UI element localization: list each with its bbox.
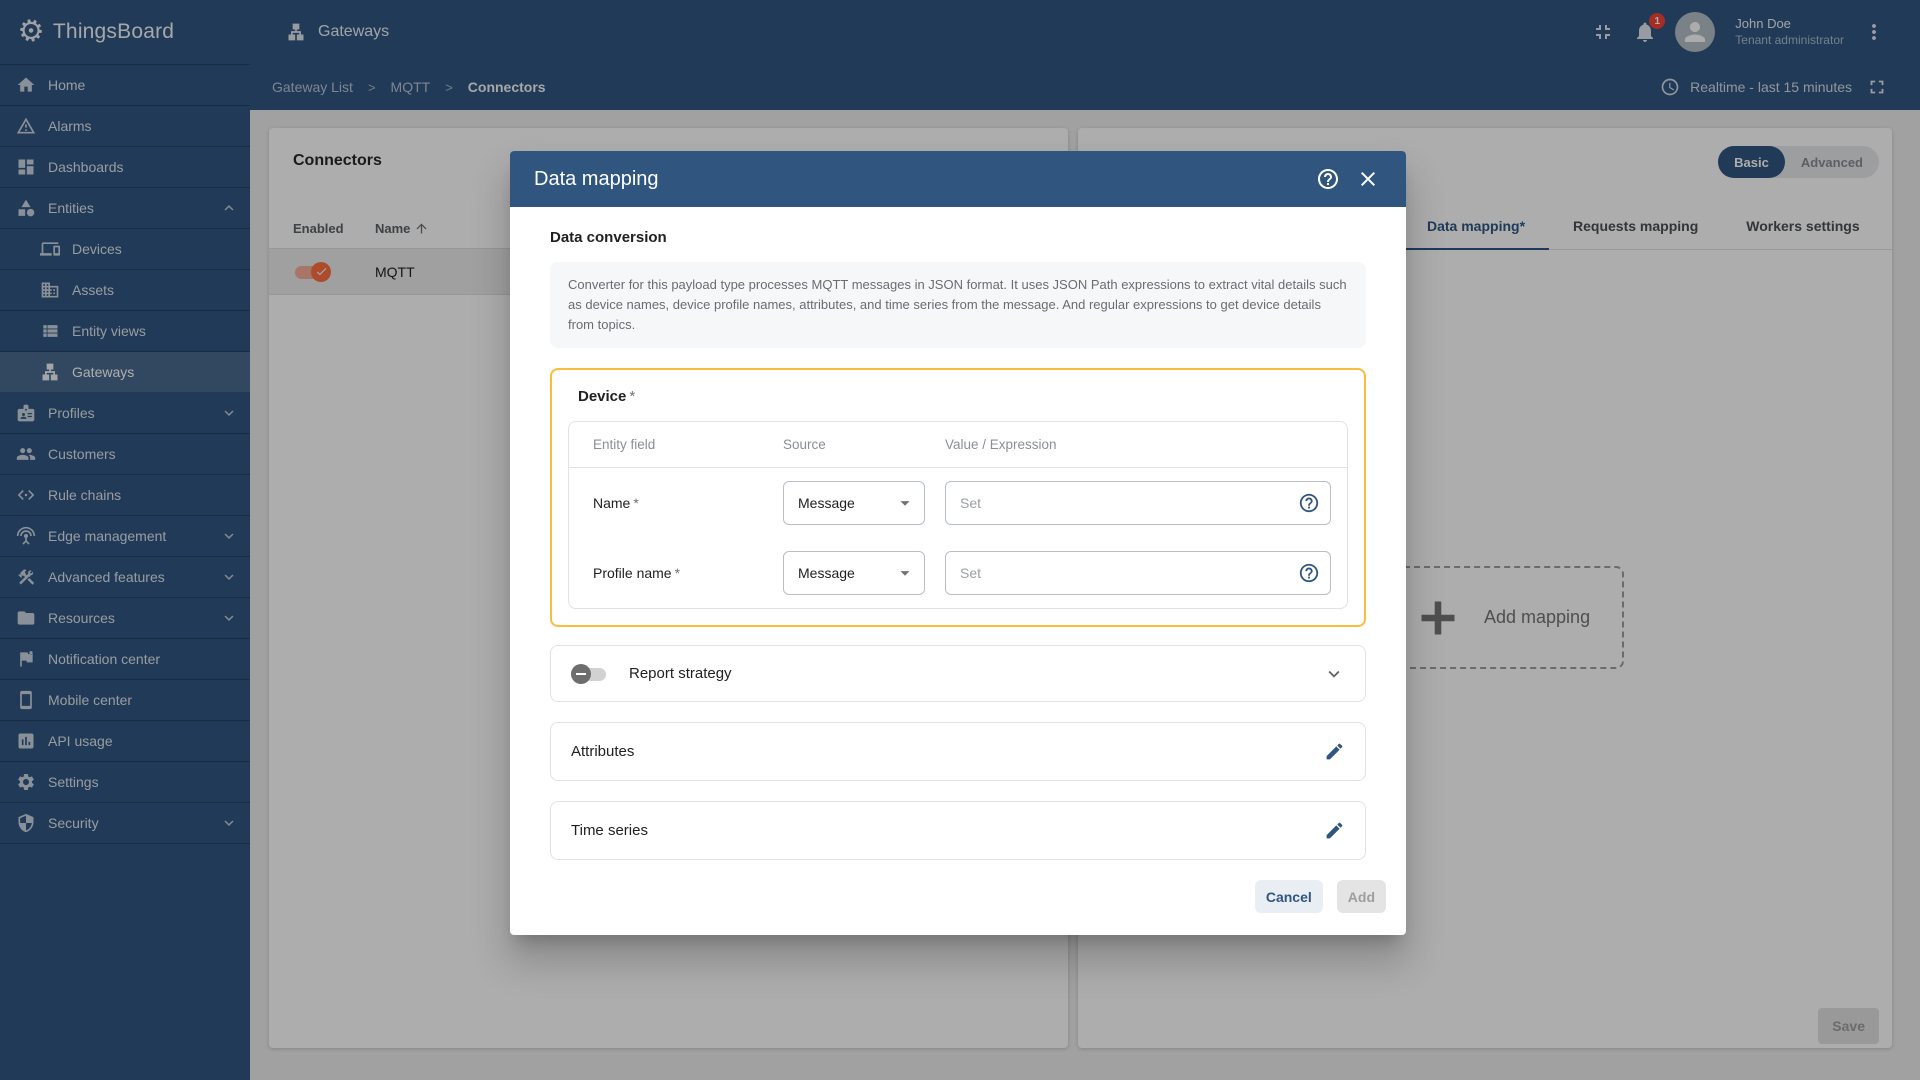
edit-attributes-icon[interactable] [1324, 741, 1345, 762]
source-select-profile[interactable]: Message [783, 551, 925, 596]
chevron-down-icon[interactable] [1323, 663, 1345, 685]
dropdown-arrow-icon [894, 492, 916, 514]
required-marker: * [629, 388, 636, 406]
field-help-icon[interactable] [1298, 492, 1320, 514]
device-heading: Device * [578, 388, 1348, 405]
source-select-name[interactable]: Message [783, 481, 925, 526]
attributes-section: Attributes [550, 722, 1366, 782]
toggle-thumb [571, 663, 591, 684]
data-conversion-description: Converter for this payload type processe… [550, 262, 1366, 349]
field-label: Profile name * [593, 565, 783, 581]
source-select-value: Message [798, 565, 855, 582]
cancel-button[interactable]: Cancel [1254, 880, 1323, 913]
dialog-body: Data conversion Converter for this paylo… [510, 207, 1406, 880]
field-label: Name * [593, 495, 783, 511]
close-button[interactable] [1348, 159, 1388, 199]
time-series-section: Time series [550, 801, 1366, 861]
device-table-header: Entity field Source Value / Expression [569, 422, 1347, 469]
column-source: Source [783, 437, 826, 453]
column-entity-field: Entity field [593, 437, 656, 453]
column-value-expression: Value / Expression [945, 437, 1057, 453]
device-row-profile-name: Profile name * Message [569, 538, 1347, 608]
value-expression-field-name [945, 481, 1331, 526]
dialog-footer: Cancel Add [510, 880, 1406, 935]
dropdown-arrow-icon [894, 562, 916, 584]
dialog-title: Data mapping [534, 167, 659, 190]
device-row-name: Name * Message [569, 468, 1347, 538]
attributes-label: Attributes [571, 743, 635, 761]
help-button[interactable] [1308, 159, 1348, 199]
device-heading-text: Device [578, 388, 627, 406]
edit-time-series-icon[interactable] [1324, 820, 1345, 841]
device-section: Device * Entity field Source Value / Expr… [550, 368, 1366, 628]
data-conversion-heading: Data conversion [550, 229, 667, 246]
data-mapping-dialog: Data mapping Data conversion Converter f… [510, 151, 1406, 935]
field-label-text: Name [593, 495, 631, 512]
help-icon [1316, 167, 1340, 191]
value-expression-field-profile [945, 551, 1331, 596]
report-strategy-section: Report strategy [550, 645, 1366, 703]
field-label-text: Profile name [593, 565, 672, 582]
source-select-value: Message [798, 495, 855, 512]
required-marker: * [674, 565, 681, 582]
field-help-icon[interactable] [1298, 562, 1320, 584]
report-strategy-toggle[interactable] [571, 663, 609, 684]
value-expression-input-name[interactable] [950, 495, 1298, 512]
device-table: Entity field Source Value / Expression N… [568, 421, 1348, 610]
time-series-label: Time series [571, 822, 648, 840]
dialog-header: Data mapping [510, 151, 1406, 207]
value-expression-input-profile[interactable] [950, 565, 1298, 582]
add-button[interactable]: Add [1336, 880, 1386, 913]
required-marker: * [633, 495, 639, 512]
close-icon [1356, 167, 1380, 191]
report-strategy-label: Report strategy [629, 665, 732, 683]
